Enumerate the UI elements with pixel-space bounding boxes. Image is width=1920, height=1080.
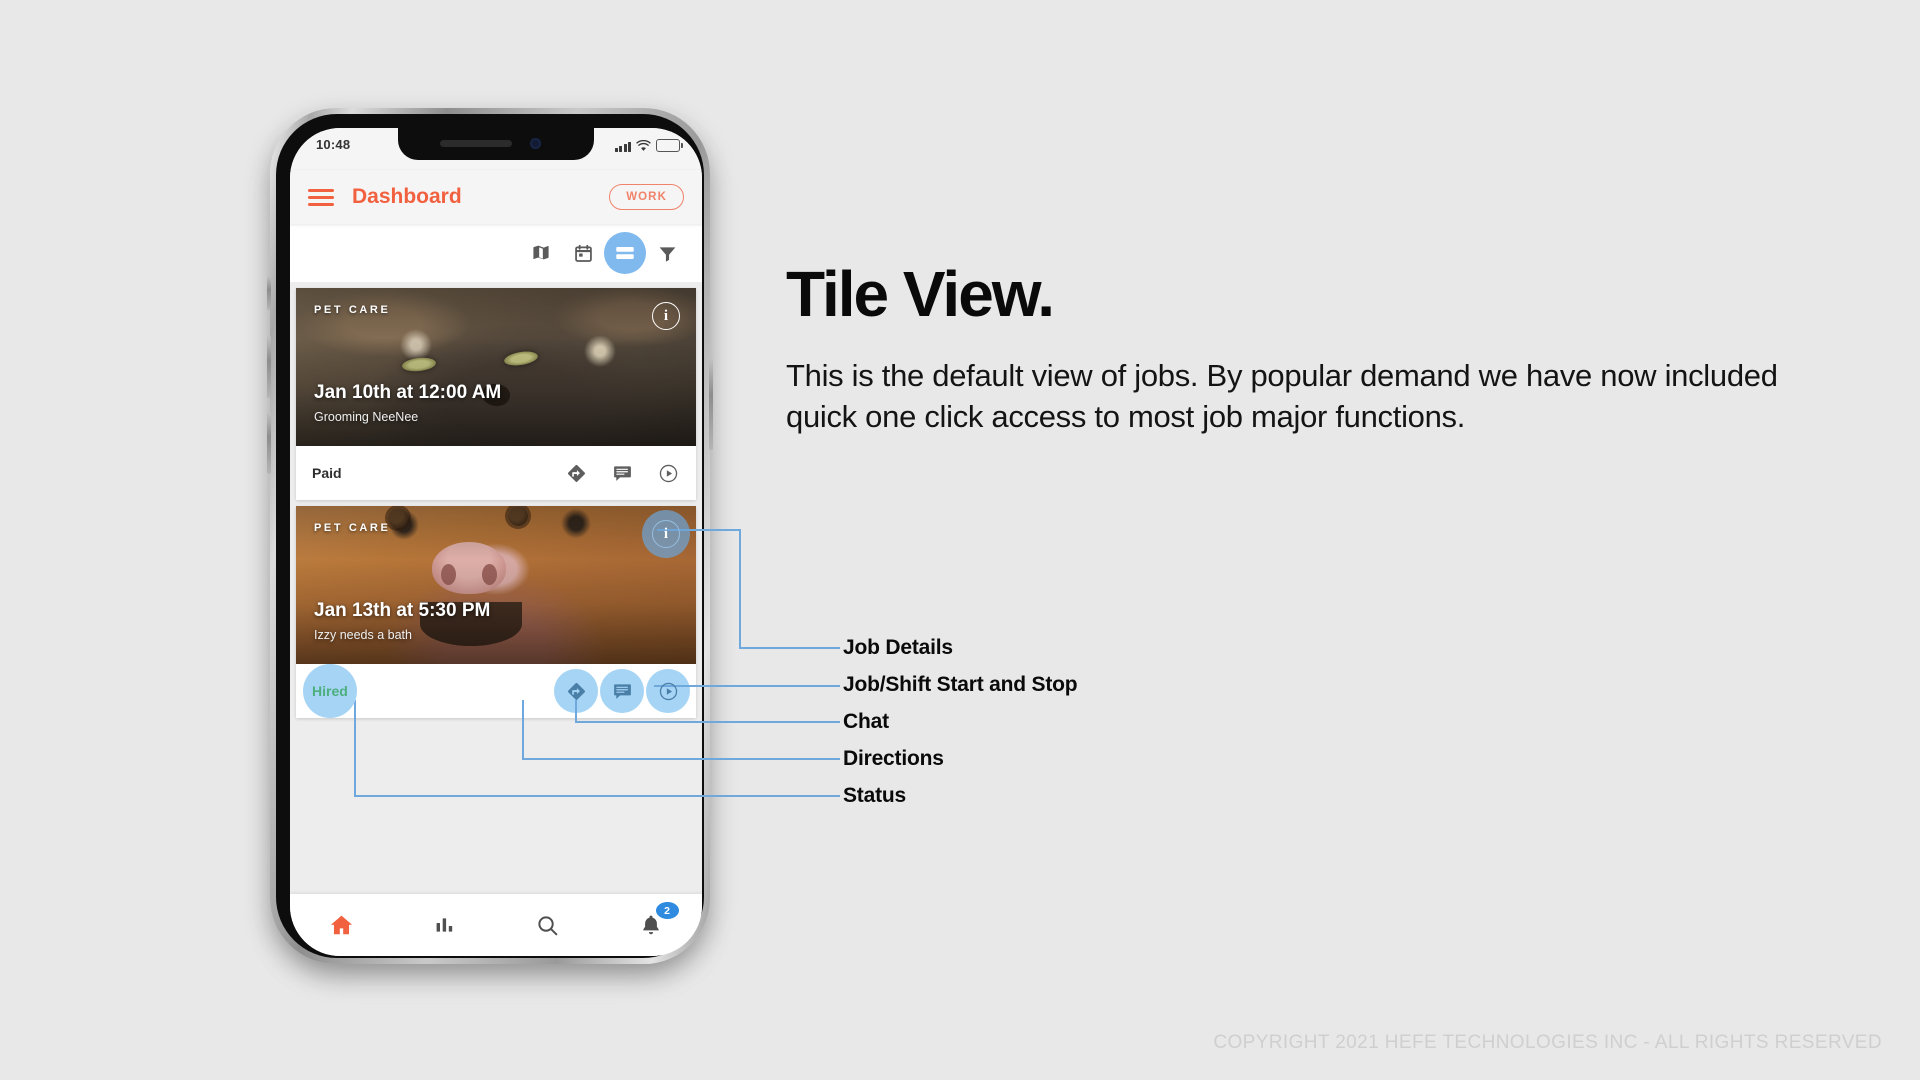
- volume-down-button[interactable]: [267, 412, 271, 474]
- action-group: [564, 461, 680, 485]
- card-hero-image: PET CARE Jan 13th at 5:30 PM Izzy needs …: [296, 506, 696, 664]
- status-badge: Hired: [312, 683, 348, 699]
- phone-frame: 10:48 Dashboard WORK PET CARE Jan 10th a…: [267, 108, 713, 964]
- copyright-notice: COPYRIGHT 2021 HEFE TECHNOLOGIES INC - A…: [1213, 1032, 1882, 1053]
- nav-item-search[interactable]: [528, 908, 568, 942]
- chat-icon[interactable]: [610, 461, 634, 485]
- power-button[interactable]: [709, 358, 713, 450]
- mute-switch[interactable]: [267, 276, 271, 310]
- notification-badge: 2: [655, 902, 679, 919]
- card-action-bar: Hired: [296, 664, 696, 718]
- nav-item-notifications[interactable]: 2: [631, 902, 679, 942]
- wifi-icon: [636, 140, 651, 151]
- job-datetime: Jan 13th at 5:30 PM: [314, 600, 491, 621]
- body-copy: This is the default view of jobs. By pop…: [786, 358, 1778, 435]
- job-card[interactable]: PET CARE Jan 10th at 12:00 AM Grooming N…: [296, 288, 696, 500]
- front-camera: [530, 138, 541, 149]
- phone-bezel: 10:48 Dashboard WORK PET CARE Jan 10th a…: [276, 114, 704, 958]
- filter-icon[interactable]: [654, 240, 680, 266]
- nav-item-stats[interactable]: [425, 908, 465, 942]
- slide-canvas: 10:48 Dashboard WORK PET CARE Jan 10th a…: [0, 0, 1920, 1080]
- callout-label-directions: Directions: [843, 747, 944, 770]
- info-icon[interactable]: i: [652, 302, 680, 330]
- app-header: Dashboard WORK: [290, 170, 702, 224]
- map-icon[interactable]: [528, 240, 554, 266]
- notch: [398, 128, 594, 160]
- callout-label-status: Status: [843, 784, 906, 807]
- play-circle-icon[interactable]: [656, 461, 680, 485]
- signal-bars-icon: [614, 142, 631, 152]
- view-toolbar: [290, 224, 702, 282]
- page-title: Dashboard: [352, 185, 462, 208]
- card-hero-image: PET CARE Jan 10th at 12:00 AM Grooming N…: [296, 288, 696, 446]
- nav-item-home[interactable]: [322, 908, 362, 942]
- app-content: PET CARE Jan 10th at 12:00 AM Grooming N…: [290, 224, 702, 894]
- status-indicators: [614, 139, 683, 152]
- volume-up-button[interactable]: [267, 336, 271, 398]
- card-action-bar: Paid: [296, 446, 696, 500]
- status-bar: 10:48: [290, 128, 702, 170]
- directions-icon[interactable]: [564, 461, 588, 485]
- job-description: Izzy needs a bath: [314, 628, 412, 642]
- bottom-navigation: 2: [290, 894, 702, 956]
- job-datetime: Jan 10th at 12:00 AM: [314, 382, 502, 403]
- status-time: 10:48: [316, 137, 351, 152]
- action-group: [564, 679, 680, 703]
- phone-mockup: 10:48 Dashboard WORK PET CARE Jan 10th a…: [267, 108, 713, 974]
- hamburger-menu-icon[interactable]: [308, 185, 334, 210]
- phone-screen: 10:48 Dashboard WORK PET CARE Jan 10th a…: [290, 128, 702, 956]
- callout-label-chat: Chat: [843, 710, 889, 733]
- job-description: Grooming NeeNee: [314, 410, 419, 424]
- battery-icon: [656, 139, 683, 152]
- chat-icon[interactable]: [610, 679, 634, 703]
- play-circle-icon[interactable]: [656, 679, 680, 703]
- callout-label-job-details: Job Details: [843, 636, 953, 659]
- directions-icon[interactable]: [564, 679, 588, 703]
- status-badge: Paid: [312, 465, 342, 481]
- work-mode-badge[interactable]: WORK: [609, 184, 684, 210]
- info-icon[interactable]: i: [652, 520, 680, 548]
- tile-view-icon[interactable]: [612, 240, 638, 266]
- calendar-icon[interactable]: [570, 240, 596, 266]
- headline: Tile View.: [786, 258, 1055, 330]
- earpiece-speaker: [440, 140, 512, 147]
- job-card[interactable]: PET CARE Jan 13th at 5:30 PM Izzy needs …: [296, 506, 696, 718]
- job-category: PET CARE: [314, 522, 391, 534]
- callout-label-start-stop: Job/Shift Start and Stop: [843, 673, 1078, 696]
- job-category: PET CARE: [314, 304, 391, 316]
